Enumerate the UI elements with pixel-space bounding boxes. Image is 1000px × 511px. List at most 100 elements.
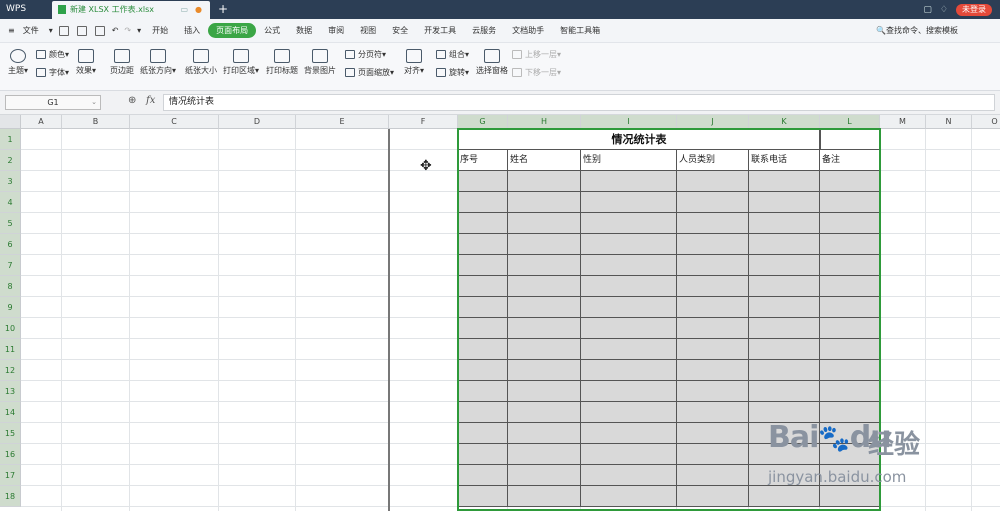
table-cell[interactable] — [458, 486, 508, 507]
table-cell[interactable] — [458, 444, 508, 465]
menu-developer[interactable]: 开发工具 — [416, 25, 464, 36]
select-all-corner[interactable] — [0, 115, 21, 129]
print-titles-button[interactable]: 打印标题 — [266, 49, 298, 76]
customize-icon[interactable]: ▾ — [134, 26, 144, 35]
column-header[interactable]: K — [749, 115, 820, 129]
table-cell[interactable] — [508, 276, 581, 297]
table-cell[interactable] — [581, 423, 677, 444]
formula-input[interactable]: 情况统计表 — [163, 94, 995, 111]
table-cell[interactable] — [458, 171, 508, 192]
table-cell[interactable] — [581, 465, 677, 486]
column-header[interactable]: B — [62, 115, 130, 129]
zoom-icon[interactable]: ⊕ — [128, 95, 136, 106]
table-cell[interactable] — [820, 318, 880, 339]
table-header-cell[interactable]: 性别 — [581, 150, 677, 171]
table-cell[interactable] — [508, 234, 581, 255]
menu-review[interactable]: 审阅 — [320, 25, 352, 36]
table-cell[interactable] — [508, 339, 581, 360]
table-cell[interactable] — [677, 213, 749, 234]
table-cell[interactable] — [458, 423, 508, 444]
table-cell[interactable] — [458, 192, 508, 213]
fonts-button[interactable]: 字体▾ — [36, 67, 69, 78]
table-cell[interactable] — [581, 360, 677, 381]
table-cell[interactable] — [677, 381, 749, 402]
column-header[interactable]: L — [820, 115, 880, 129]
column-header[interactable]: H — [508, 115, 581, 129]
menu-data[interactable]: 数据 — [288, 25, 320, 36]
menu-view[interactable]: 视图 — [352, 25, 384, 36]
menu-doc-assistant[interactable]: 文档助手 — [504, 25, 552, 36]
row-header[interactable]: 1 — [0, 129, 21, 150]
table-cell[interactable] — [677, 423, 749, 444]
row-header[interactable]: 18 — [0, 486, 21, 507]
table-title-cell[interactable]: 情况统计表 — [458, 129, 820, 150]
row-header[interactable]: 10 — [0, 318, 21, 339]
search-command[interactable]: 🔍查找命令、搜索模板 — [876, 19, 958, 43]
table-cell[interactable] — [508, 486, 581, 507]
column-header[interactable]: E — [296, 115, 389, 129]
page-break-button[interactable]: 分页符▾ — [345, 49, 386, 60]
table-cell[interactable] — [581, 213, 677, 234]
table-cell[interactable] — [581, 234, 677, 255]
row-header[interactable]: 3 — [0, 171, 21, 192]
window-mode-icon[interactable]: ▢ — [923, 5, 932, 15]
table-cell[interactable] — [677, 255, 749, 276]
table-cell[interactable] — [677, 318, 749, 339]
window-icon[interactable]: ▭ — [180, 1, 188, 19]
row-header[interactable]: 2 — [0, 150, 21, 171]
menu-cloud[interactable]: 云服务 — [464, 25, 504, 36]
theme-button[interactable]: 主题▾ — [8, 49, 28, 76]
table-cell[interactable] — [677, 339, 749, 360]
table-cell[interactable] — [508, 444, 581, 465]
table-cell[interactable] — [820, 297, 880, 318]
table-cell[interactable] — [581, 255, 677, 276]
table-header-cell[interactable]: 人员类别 — [677, 150, 749, 171]
menu-formulas[interactable]: 公式 — [256, 25, 288, 36]
margins-button[interactable]: 页边距 — [110, 49, 134, 76]
table-cell[interactable] — [749, 318, 820, 339]
bring-forward-button[interactable]: 上移一层▾ — [512, 49, 561, 60]
table-cell[interactable] — [677, 192, 749, 213]
table-cell[interactable] — [820, 234, 880, 255]
row-header[interactable]: 11 — [0, 339, 21, 360]
row-header[interactable]: 8 — [0, 276, 21, 297]
row-header[interactable]: 5 — [0, 213, 21, 234]
table-header-cell[interactable]: 序号 — [458, 150, 508, 171]
table-cell[interactable] — [508, 402, 581, 423]
table-cell[interactable] — [749, 381, 820, 402]
table-cell[interactable] — [677, 444, 749, 465]
table-cell[interactable] — [458, 213, 508, 234]
table-cell[interactable] — [820, 213, 880, 234]
login-button[interactable]: 未登录 — [956, 3, 992, 16]
menu-smart-toolbox[interactable]: 智能工具箱 — [552, 25, 608, 36]
table-cell[interactable] — [508, 381, 581, 402]
table-cell[interactable] — [677, 465, 749, 486]
dropdown-icon[interactable]: ▾ — [47, 26, 55, 35]
table-cell[interactable] — [458, 297, 508, 318]
table-cell[interactable] — [581, 276, 677, 297]
table-cell[interactable] — [581, 381, 677, 402]
table-cell[interactable] — [677, 234, 749, 255]
column-header[interactable]: J — [677, 115, 749, 129]
table-cell[interactable] — [820, 486, 880, 507]
table-cell[interactable] — [677, 402, 749, 423]
table-cell[interactable] — [749, 297, 820, 318]
table-cell[interactable] — [820, 129, 880, 150]
table-cell[interactable] — [820, 192, 880, 213]
column-header[interactable]: M — [880, 115, 926, 129]
wps-logo[interactable]: WPS — [0, 0, 50, 19]
row-header[interactable]: 12 — [0, 360, 21, 381]
table-cell[interactable] — [508, 255, 581, 276]
redo-icon[interactable]: ↷ — [121, 26, 134, 35]
print-icon[interactable] — [76, 25, 87, 36]
table-cell[interactable] — [677, 360, 749, 381]
selection-pane-button[interactable]: 选择窗格 — [476, 49, 508, 76]
table-cell[interactable] — [508, 423, 581, 444]
paper-size-button[interactable]: 纸张大小 — [185, 49, 217, 76]
row-header[interactable]: 17 — [0, 465, 21, 486]
table-cell[interactable] — [749, 192, 820, 213]
name-box[interactable]: G1 ⌄ — [5, 95, 101, 110]
table-cell[interactable] — [508, 213, 581, 234]
colors-button[interactable]: 颜色▾ — [36, 49, 69, 60]
table-cell[interactable] — [458, 402, 508, 423]
